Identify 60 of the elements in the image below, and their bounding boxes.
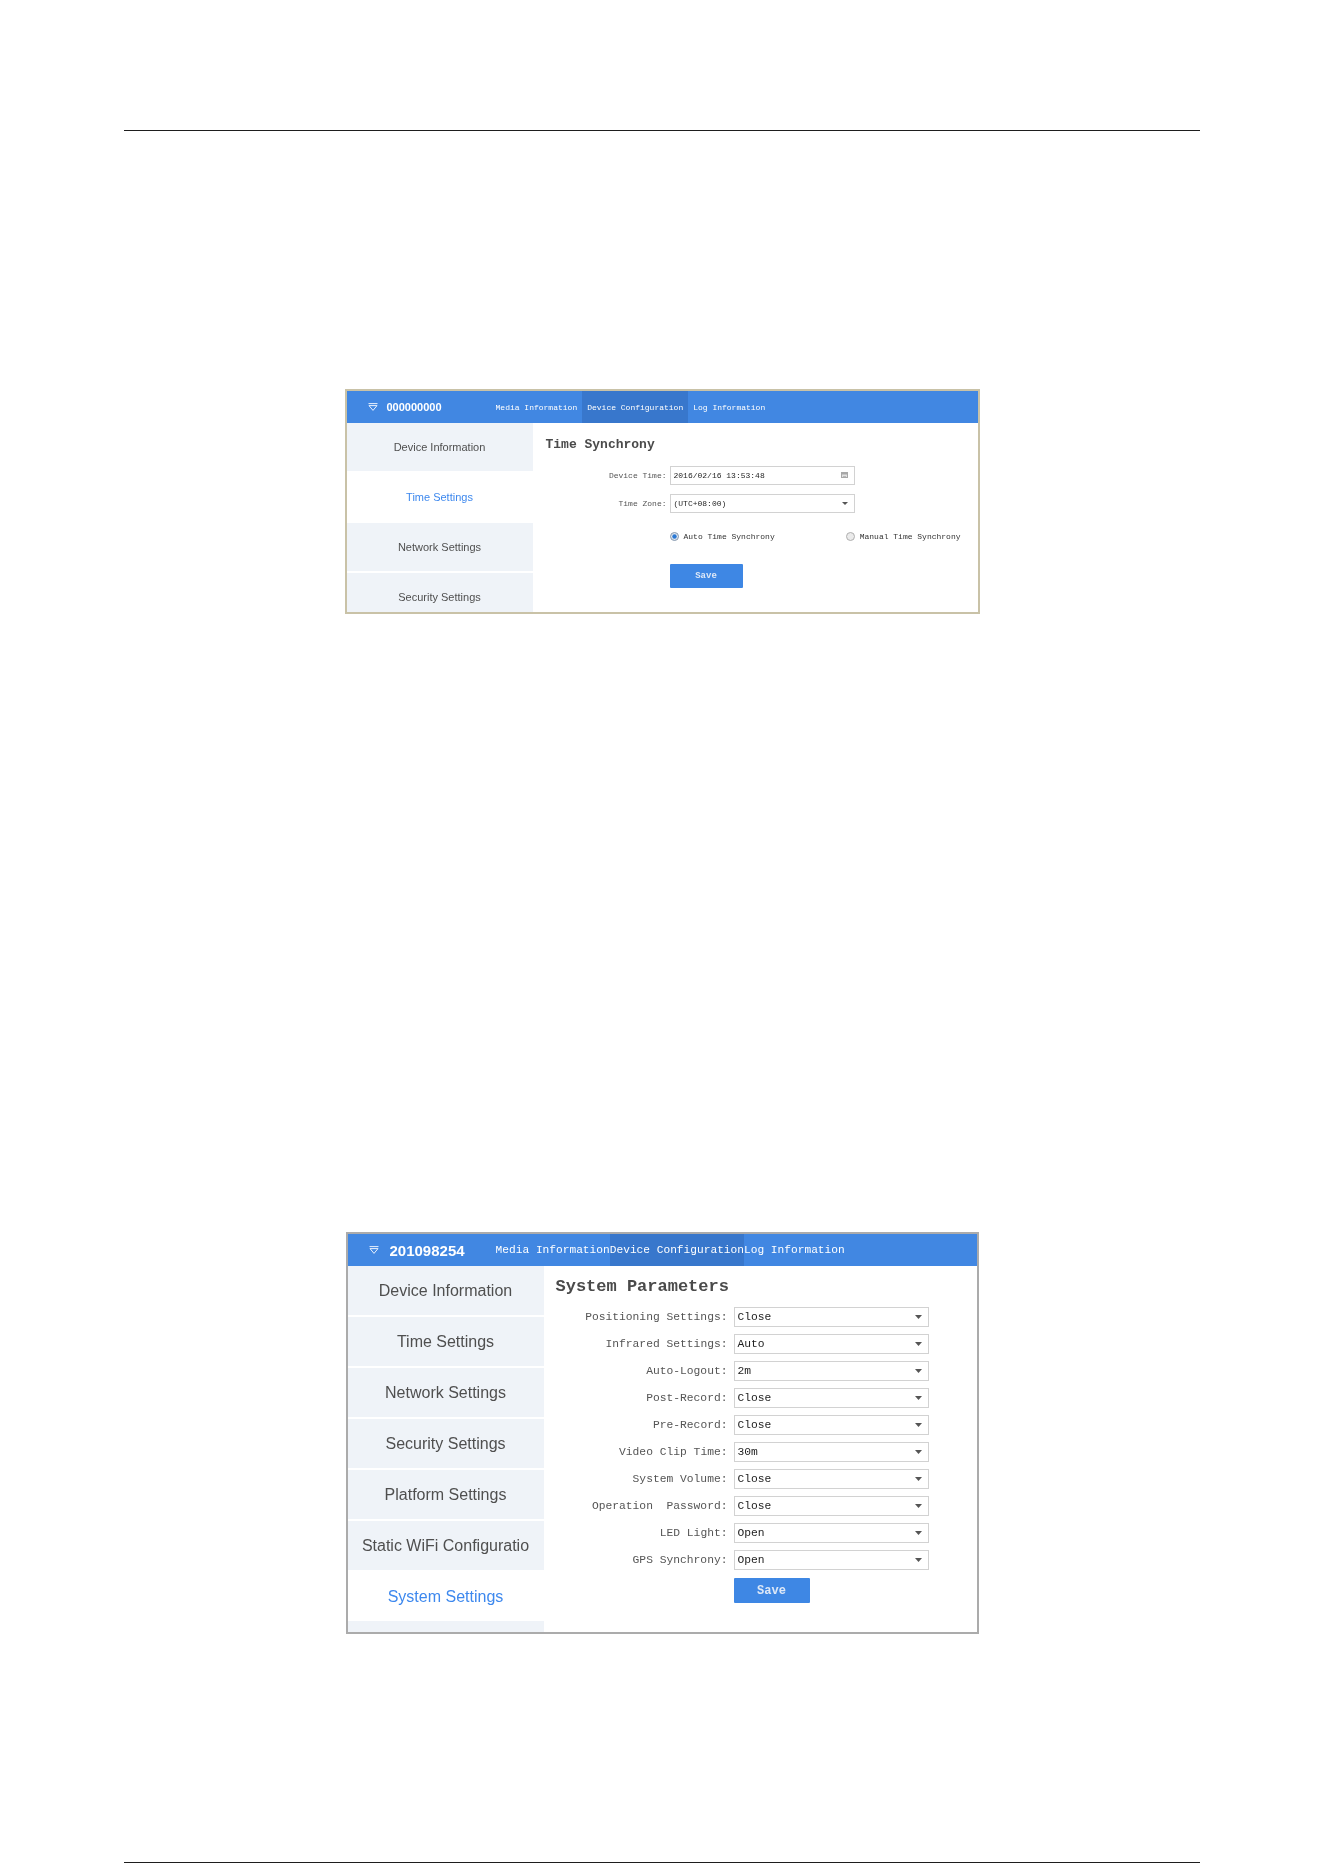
- nav-tab[interactable]: Log Information: [688, 391, 771, 423]
- sidebar-item[interactable]: Time Settings: [346, 471, 533, 521]
- nav-tab[interactable]: Log Information: [744, 1234, 845, 1266]
- field-label: System Volume:: [632, 1473, 728, 1486]
- section-title: Time Synchrony: [545, 437, 655, 453]
- caret-down-icon: [914, 1504, 922, 1509]
- nav-tab[interactable]: Media Information: [495, 1234, 610, 1266]
- device-id: 000000000: [386, 401, 442, 413]
- caret-down-icon: [914, 1558, 922, 1563]
- sidebar-item[interactable]: Security Settings: [347, 1417, 544, 1468]
- dropdown-field[interactable]: 2m: [733, 1361, 929, 1382]
- field-label: GPS Synchrony:: [632, 1554, 728, 1567]
- radio-option[interactable]: Auto Time Synchrony: [669, 531, 775, 541]
- caret-down-icon: [914, 1369, 922, 1374]
- caret-down-icon: [914, 1477, 922, 1482]
- field-label: Device Time:: [608, 470, 667, 480]
- dropdown-field[interactable]: Open: [733, 1550, 929, 1571]
- triangle-down-icon[interactable]: [367, 403, 378, 411]
- field-label: Infrared Settings:: [605, 1338, 728, 1351]
- field-label: LED Light:: [659, 1527, 728, 1540]
- sidebar-item[interactable]: Device Information: [347, 1266, 544, 1315]
- field-label: Post-Record:: [646, 1392, 728, 1405]
- dropdown-field[interactable]: Close: [733, 1496, 929, 1517]
- nav-tab[interactable]: Device Configuration: [609, 1234, 744, 1266]
- dropdown-field[interactable]: Close: [733, 1415, 929, 1436]
- caret-down-icon: [914, 1423, 922, 1428]
- date-field[interactable]: 2016/02/16 13:53:48: [669, 465, 855, 485]
- dropdown-field[interactable]: 30m: [733, 1442, 929, 1463]
- field-label: Operation Password:: [591, 1500, 728, 1513]
- field-label: Pre-Record:: [652, 1419, 728, 1432]
- sidebar-item[interactable]: Network Settings: [346, 521, 533, 571]
- nav-tab[interactable]: Device Configuration: [582, 391, 689, 423]
- caret-down-icon: [914, 1396, 922, 1401]
- sidebar-item[interactable]: Device Information: [346, 423, 533, 471]
- dropdown-field[interactable]: Auto: [733, 1334, 929, 1355]
- dropdown-field[interactable]: Close: [733, 1307, 929, 1328]
- sidebar-item[interactable]: Network Settings: [347, 1366, 544, 1417]
- sidebar-item[interactable]: Security Settings: [346, 571, 533, 612]
- field-label: Positioning Settings:: [585, 1311, 728, 1324]
- device-id: 201098254: [389, 1241, 465, 1259]
- dropdown-field[interactable]: Open: [733, 1523, 929, 1544]
- caret-down-icon: [914, 1342, 922, 1347]
- dropdown-field[interactable]: (UTC+08:00): [669, 493, 855, 513]
- radio-option[interactable]: Manual Time Synchrony: [845, 531, 961, 541]
- calendar-icon: [840, 472, 848, 479]
- caret-down-icon: [841, 501, 848, 505]
- sidebar-item[interactable]: Platform Settings: [347, 1468, 544, 1519]
- triangle-down-icon[interactable]: [368, 1246, 379, 1254]
- caret-down-icon: [914, 1531, 922, 1536]
- dropdown-field[interactable]: Close: [733, 1388, 929, 1409]
- field-label: Auto-Logout:: [646, 1365, 728, 1378]
- caret-down-icon: [914, 1315, 922, 1320]
- dropdown-field[interactable]: Close: [733, 1469, 929, 1490]
- field-label: Video Clip Time:: [619, 1446, 728, 1459]
- section-title: System Parameters: [555, 1277, 729, 1298]
- sidebar-item[interactable]: Time Settings: [347, 1315, 544, 1366]
- sidebar-item[interactable]: System Settings: [347, 1570, 544, 1621]
- nav-tab[interactable]: Media Information: [490, 391, 583, 423]
- field-label: Time Zone:: [618, 498, 667, 508]
- caret-down-icon: [914, 1450, 922, 1455]
